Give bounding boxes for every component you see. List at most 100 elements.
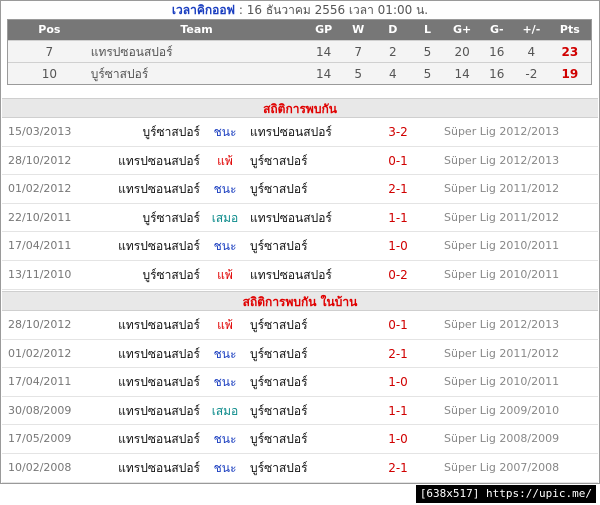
match-date: 01/02/2012 bbox=[8, 346, 72, 360]
standings-table: Pos Team GP W D L G+ G- +/- Pts 7 แทรปซอน… bbox=[7, 19, 592, 85]
header-w: W bbox=[352, 23, 365, 36]
standings-header: Pos Team GP W D L G+ G- +/- Pts bbox=[8, 20, 591, 40]
match-result: เสมอ bbox=[211, 403, 239, 418]
away-team[interactable]: บูร์ซาสปอร์ bbox=[250, 454, 370, 482]
goals-against: 16 bbox=[489, 45, 505, 59]
match-score[interactable]: 0-1 bbox=[370, 147, 426, 175]
header-team: Team bbox=[180, 23, 213, 36]
away-team[interactable]: บูร์ซาสปอร์ bbox=[250, 232, 370, 260]
match-score[interactable]: 1-1 bbox=[370, 397, 426, 425]
goals-for: 14 bbox=[454, 67, 470, 81]
match-row: 10/02/2008 แทรปซอนสปอร์ ชนะ บูร์ซาสปอร์ 2-1 S… bbox=[2, 454, 598, 483]
match-result: ชนะ bbox=[213, 375, 237, 390]
match-date: 17/04/2011 bbox=[8, 375, 72, 389]
home-team[interactable]: แทรปซอนสปอร์ bbox=[88, 454, 200, 482]
home-team[interactable]: แทรปซอนสปอร์ bbox=[88, 368, 200, 396]
kickoff-label: เวลาคิกออฟ bbox=[171, 3, 236, 17]
h2h-section: สถิติการพบกัน 15/03/2013 บูร์ซาสปอร์ ชนะ แท… bbox=[2, 98, 598, 290]
wins: 5 bbox=[354, 67, 363, 81]
home-team[interactable]: บูร์ซาสปอร์ bbox=[88, 118, 200, 146]
competition: Süper Lig 2011/2012 bbox=[444, 346, 560, 360]
standings-row: 10 บูร์ซาสปอร์ 14 5 4 5 14 16 -2 19 bbox=[8, 62, 591, 84]
home-team[interactable]: แทรปซอนสปอร์ bbox=[88, 175, 200, 203]
header-ga: G- bbox=[489, 23, 504, 36]
match-row: 15/03/2013 บูร์ซาสปอร์ ชนะ แทรปซอนสปอร์ 3-2 S… bbox=[2, 118, 598, 147]
points: 19 bbox=[561, 67, 579, 81]
match-score[interactable]: 1-0 bbox=[370, 425, 426, 453]
match-date: 17/05/2009 bbox=[8, 432, 72, 446]
match-score[interactable]: 1-1 bbox=[370, 204, 426, 232]
competition: Süper Lig 2007/2008 bbox=[444, 460, 560, 474]
wins: 7 bbox=[354, 45, 363, 59]
match-row: 17/04/2011 แทรปซอนสปอร์ ชนะ บูร์ซาสปอร์ 1-0 S… bbox=[2, 368, 598, 397]
match-row: 13/11/2010 บูร์ซาสปอร์ แพ้ แทรปซอนสปอร์ 0-2 S… bbox=[2, 261, 598, 290]
match-score[interactable]: 0-1 bbox=[370, 311, 426, 339]
match-result: ชนะ bbox=[213, 432, 237, 447]
away-team[interactable]: บูร์ซาสปอร์ bbox=[250, 175, 370, 203]
competition: Süper Lig 2009/2010 bbox=[444, 403, 560, 417]
competition: Süper Lig 2011/2012 bbox=[444, 182, 560, 196]
match-result: เสมอ bbox=[211, 210, 239, 225]
match-score[interactable]: 0-2 bbox=[370, 261, 426, 289]
home-team[interactable]: บูร์ซาสปอร์ bbox=[88, 261, 200, 289]
match-score[interactable]: 2-1 bbox=[370, 175, 426, 203]
match-date: 22/10/2011 bbox=[8, 210, 72, 224]
competition: Süper Lig 2012/2013 bbox=[444, 318, 560, 331]
team-position: 7 bbox=[45, 45, 54, 59]
team-name[interactable]: บูร์ซาสปอร์ bbox=[91, 63, 303, 84]
match-score[interactable]: 3-2 bbox=[370, 118, 426, 146]
team-position: 10 bbox=[41, 67, 57, 81]
match-score[interactable]: 2-1 bbox=[370, 340, 426, 368]
draws: 2 bbox=[389, 45, 397, 59]
games-played: 14 bbox=[315, 67, 332, 81]
match-score[interactable]: 1-0 bbox=[370, 368, 426, 396]
home-team[interactable]: แทรปซอนสปอร์ bbox=[88, 425, 200, 453]
competition: Süper Lig 2010/2011 bbox=[444, 239, 560, 253]
match-date: 13/11/2010 bbox=[8, 267, 72, 281]
away-team[interactable]: แทรปซอนสปอร์ bbox=[250, 118, 370, 146]
home-team[interactable]: แทรปซอนสปอร์ bbox=[88, 147, 200, 175]
match-score[interactable]: 2-1 bbox=[370, 454, 426, 482]
match-result: แพ้ bbox=[217, 267, 233, 282]
kickoff-info: เวลาคิกออฟ : 16 ธันวาคม 2556 เวลา 01:00 … bbox=[1, 1, 599, 19]
away-team[interactable]: บูร์ซาสปอร์ bbox=[250, 397, 370, 425]
away-team[interactable]: บูร์ซาสปอร์ bbox=[250, 368, 370, 396]
header-gf: G+ bbox=[453, 23, 472, 36]
home-team[interactable]: แทรปซอนสปอร์ bbox=[88, 397, 200, 425]
header-d: D bbox=[388, 23, 398, 36]
match-score[interactable]: 1-0 bbox=[370, 232, 426, 260]
match-date: 30/08/2009 bbox=[8, 403, 72, 417]
away-team[interactable]: บูร์ซาสปอร์ bbox=[250, 147, 370, 175]
h2h-title: สถิติการพบกัน bbox=[2, 98, 598, 118]
match-row: 30/08/2009 แทรปซอนสปอร์ เสมอ บูร์ซาสปอร์ 1-1… bbox=[2, 397, 598, 426]
image-host-watermark: [638x517] https://upic.me/ bbox=[415, 485, 596, 503]
match-row: 17/05/2009 แทรปซอนสปอร์ ชนะ บูร์ซาสปอร์ 1-0 S… bbox=[2, 425, 598, 454]
match-result: แพ้ bbox=[217, 153, 233, 168]
match-result: ชนะ bbox=[213, 125, 237, 139]
match-row: 17/04/2011 แทรปซอนสปอร์ ชนะ บูร์ซาสปอร์ 1-0 S… bbox=[2, 232, 598, 261]
home-team[interactable]: บูร์ซาสปอร์ bbox=[88, 204, 200, 232]
match-row: 01/02/2012 แทรปซอนสปอร์ ชนะ บูร์ซาสปอร์ 2-1 S… bbox=[2, 175, 598, 204]
away-team[interactable]: บูร์ซาสปอร์ bbox=[250, 425, 370, 453]
match-row: 01/02/2012 แทรปซอนสปอร์ ชนะ บูร์ซาสปอร์ 2-1 S… bbox=[2, 340, 598, 369]
competition: Süper Lig 2012/2013 bbox=[444, 125, 560, 138]
match-result: ชนะ bbox=[213, 346, 237, 361]
goal-difference: -2 bbox=[525, 67, 538, 81]
losses: 5 bbox=[423, 67, 432, 81]
competition: Süper Lig 2012/2013 bbox=[444, 153, 560, 167]
away-team[interactable]: แทรปซอนสปอร์ bbox=[250, 204, 370, 232]
home-team[interactable]: แทรปซอนสปอร์ bbox=[88, 232, 200, 260]
header-pts: Pts bbox=[559, 23, 580, 36]
home-team[interactable]: แทรปซอนสปอร์ bbox=[88, 311, 200, 339]
match-date: 01/02/2012 bbox=[8, 182, 72, 196]
competition: Süper Lig 2010/2011 bbox=[444, 267, 560, 281]
home-team[interactable]: แทรปซอนสปอร์ bbox=[88, 340, 200, 368]
header-pos: Pos bbox=[38, 23, 61, 36]
match-date: 17/04/2011 bbox=[8, 239, 72, 253]
away-team[interactable]: บูร์ซาสปอร์ bbox=[250, 311, 370, 339]
standings-row: 7 แทรปซอนสปอร์ 14 7 2 5 20 16 4 23 bbox=[8, 40, 591, 62]
away-team[interactable]: บูร์ซาสปอร์ bbox=[250, 340, 370, 368]
away-team[interactable]: แทรปซอนสปอร์ bbox=[250, 261, 370, 289]
team-name[interactable]: แทรปซอนสปอร์ bbox=[91, 41, 303, 62]
header-diff: +/- bbox=[522, 23, 541, 36]
